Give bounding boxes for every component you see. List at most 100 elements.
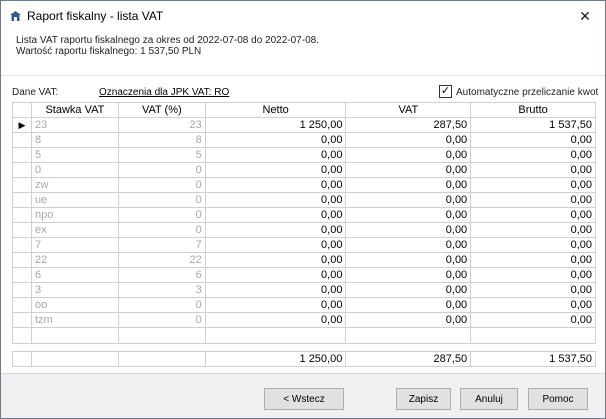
cell-brutto[interactable]: 0,00 — [470, 222, 596, 238]
column-header-vat[interactable]: VAT — [345, 102, 472, 118]
table-row[interactable]: 22 22 0,00 0,00 0,00 — [12, 252, 596, 268]
cell-vat[interactable]: 0,00 — [345, 222, 472, 238]
table-row[interactable]: 7 7 0,00 0,00 0,00 — [12, 237, 596, 253]
cell-rate[interactable]: 6 — [30, 267, 119, 283]
cell-pct[interactable]: 22 — [117, 252, 206, 268]
cell-rate[interactable]: oo — [30, 297, 119, 313]
cell-netto[interactable]: 0,00 — [204, 237, 347, 253]
cell-rate[interactable]: 8 — [30, 132, 119, 148]
cell-vat[interactable]: 0,00 — [345, 282, 472, 298]
column-header-netto[interactable]: Netto — [204, 102, 347, 118]
cell-rate[interactable]: tzm — [30, 312, 119, 328]
cell-pct[interactable]: 8 — [117, 132, 206, 148]
column-header-rate[interactable]: Stawka VAT — [30, 102, 119, 118]
cell-vat[interactable]: 0,00 — [345, 312, 472, 328]
cell-brutto[interactable]: 0,00 — [470, 252, 596, 268]
cell-pct[interactable]: 7 — [117, 237, 206, 253]
cell-brutto[interactable]: 0,00 — [470, 132, 596, 148]
cell-netto[interactable]: 0,00 — [204, 267, 347, 283]
cell-netto[interactable]: 0,00 — [204, 207, 347, 223]
cell-brutto[interactable]: 0,00 — [470, 162, 596, 178]
cell-empty[interactable] — [204, 327, 347, 344]
cell-rate[interactable]: 23 — [30, 117, 119, 133]
cell-empty[interactable] — [470, 327, 596, 344]
cell-pct[interactable]: 0 — [117, 312, 206, 328]
cell-vat[interactable]: 0,00 — [345, 192, 472, 208]
cell-vat[interactable]: 0,00 — [345, 177, 472, 193]
table-row[interactable]: npo 0 0,00 0,00 0,00 — [12, 207, 596, 223]
table-row[interactable]: 0 0 0,00 0,00 0,00 — [12, 162, 596, 178]
cell-vat[interactable]: 0,00 — [345, 207, 472, 223]
table-row[interactable]: 8 8 0,00 0,00 0,00 — [12, 132, 596, 148]
vat-grid[interactable]: Stawka VAT VAT (%) Netto VAT Brutto ▶ 23 2… — [12, 102, 596, 344]
cell-brutto[interactable]: 0,00 — [470, 207, 596, 223]
cell-vat[interactable]: 0,00 — [345, 237, 472, 253]
cell-netto[interactable]: 0,00 — [204, 297, 347, 313]
cell-netto[interactable]: 0,00 — [204, 147, 347, 163]
cell-netto[interactable]: 1 250,00 — [204, 117, 347, 133]
cell-netto[interactable]: 0,00 — [204, 132, 347, 148]
cell-netto[interactable]: 0,00 — [204, 192, 347, 208]
cancel-button[interactable]: Anuluj — [460, 388, 518, 410]
cell-empty[interactable] — [30, 327, 119, 344]
table-row[interactable]: 6 6 0,00 0,00 0,00 — [12, 267, 596, 283]
cell-brutto[interactable]: 0,00 — [470, 177, 596, 193]
column-header-brutto[interactable]: Brutto — [470, 102, 596, 118]
cell-pct[interactable]: 5 — [117, 147, 206, 163]
cell-rate[interactable]: 7 — [30, 237, 119, 253]
cell-pct[interactable]: 0 — [117, 177, 206, 193]
title-bar[interactable]: Raport fiskalny - lista VAT ✕ — [1, 1, 605, 31]
table-row[interactable]: 5 5 0,00 0,00 0,00 — [12, 147, 596, 163]
cell-brutto[interactable]: 0,00 — [470, 147, 596, 163]
table-row[interactable]: tzm 0 0,00 0,00 0,00 — [12, 312, 596, 328]
cell-rate[interactable]: 22 — [30, 252, 119, 268]
cell-vat[interactable]: 0,00 — [345, 297, 472, 313]
cell-vat[interactable]: 0,00 — [345, 162, 472, 178]
cell-rate[interactable]: zw — [30, 177, 119, 193]
cell-brutto[interactable]: 1 537,50 — [470, 117, 596, 133]
cell-pct[interactable]: 23 — [117, 117, 206, 133]
cell-pct[interactable]: 0 — [117, 162, 206, 178]
cell-netto[interactable]: 0,00 — [204, 252, 347, 268]
close-button[interactable]: ✕ — [565, 1, 605, 31]
cell-pct[interactable]: 0 — [117, 207, 206, 223]
cell-pct[interactable]: 0 — [117, 297, 206, 313]
cell-vat[interactable]: 287,50 — [345, 117, 472, 133]
cell-rate[interactable]: ex — [30, 222, 119, 238]
cell-netto[interactable]: 0,00 — [204, 162, 347, 178]
table-row[interactable]: oo 0 0,00 0,00 0,00 — [12, 297, 596, 313]
column-header-pct[interactable]: VAT (%) — [117, 102, 206, 118]
cell-netto[interactable]: 0,00 — [204, 282, 347, 298]
cell-brutto[interactable]: 0,00 — [470, 237, 596, 253]
cell-empty[interactable] — [117, 327, 206, 344]
jpk-vat-link[interactable]: Oznaczenia dla JPK VAT: RO — [99, 87, 229, 98]
cell-pct[interactable]: 3 — [117, 282, 206, 298]
cell-vat[interactable]: 0,00 — [345, 147, 472, 163]
cell-pct[interactable]: 0 — [117, 222, 206, 238]
cell-brutto[interactable]: 0,00 — [470, 312, 596, 328]
cell-rate[interactable]: 5 — [30, 147, 119, 163]
cell-brutto[interactable]: 0,00 — [470, 282, 596, 298]
save-button[interactable]: Zapisz — [396, 388, 451, 410]
cell-brutto[interactable]: 0,00 — [470, 267, 596, 283]
table-row[interactable]: ▶ 23 23 1 250,00 287,50 1 537,50 — [12, 117, 596, 133]
cell-rate[interactable]: 0 — [30, 162, 119, 178]
cell-rate[interactable]: ue — [30, 192, 119, 208]
table-row[interactable]: 3 3 0,00 0,00 0,00 — [12, 282, 596, 298]
cell-rate[interactable]: 3 — [30, 282, 119, 298]
cell-vat[interactable]: 0,00 — [345, 267, 472, 283]
cell-brutto[interactable]: 0,00 — [470, 192, 596, 208]
cell-rate[interactable]: npo — [30, 207, 119, 223]
back-button[interactable]: < Wstecz — [264, 388, 344, 410]
table-row[interactable]: ex 0 0,00 0,00 0,00 — [12, 222, 596, 238]
cell-pct[interactable]: 6 — [117, 267, 206, 283]
cell-netto[interactable]: 0,00 — [204, 222, 347, 238]
new-row[interactable] — [12, 327, 596, 344]
auto-recalc-label[interactable]: Automatyczne przeliczanie kwot — [456, 87, 598, 98]
auto-recalc-checkbox[interactable]: ✓ — [439, 85, 452, 98]
cell-brutto[interactable]: 0,00 — [470, 297, 596, 313]
cell-vat[interactable]: 0,00 — [345, 132, 472, 148]
cell-empty[interactable] — [345, 327, 472, 344]
table-row[interactable]: zw 0 0,00 0,00 0,00 — [12, 177, 596, 193]
cell-netto[interactable]: 0,00 — [204, 177, 347, 193]
